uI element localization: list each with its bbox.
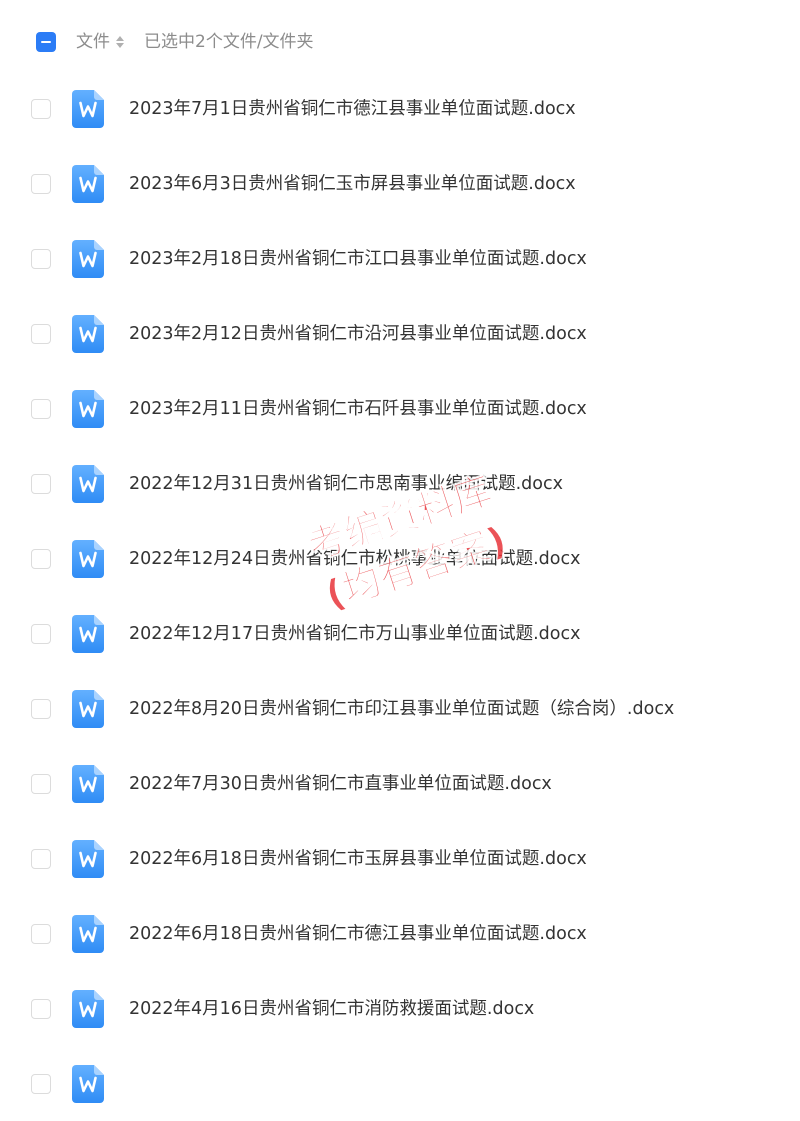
file-row[interactable]: 2023年2月11日贵州省铜仁市石阡县事业单位面试题.docx [0, 371, 800, 446]
file-name[interactable]: 2023年7月1日贵州省铜仁市德江县事业单位面试题.docx [129, 97, 576, 121]
selection-status: 已选中2个文件/文件夹 [144, 32, 314, 52]
word-document-icon [72, 765, 104, 803]
file-row-checkbox[interactable] [31, 624, 51, 644]
word-document-icon [72, 615, 104, 653]
file-row-checkbox[interactable] [31, 924, 51, 944]
file-name[interactable]: 2022年8月20日贵州省铜仁市印江县事业单位面试题（综合岗）.docx [129, 697, 674, 721]
file-row[interactable]: 2022年12月17日贵州省铜仁市万山事业单位面试题.docx [0, 596, 800, 671]
select-all-checkbox[interactable] [36, 32, 56, 52]
file-name[interactable]: 2022年7月30日贵州省铜仁市直事业单位面试题.docx [129, 772, 552, 796]
word-document-icon [72, 540, 104, 578]
file-row[interactable]: 2022年4月16日贵州省铜仁市消防救援面试题.docx [0, 971, 800, 1046]
word-document-icon [72, 90, 104, 128]
file-name[interactable]: 2022年12月17日贵州省铜仁市万山事业单位面试题.docx [129, 622, 580, 646]
file-row-checkbox[interactable] [31, 549, 51, 569]
file-name[interactable]: 2023年6月3日贵州省铜仁玉市屏县事业单位面试题.docx [129, 172, 576, 196]
file-row[interactable]: 2023年2月18日贵州省铜仁市江口县事业单位面试题.docx [0, 221, 800, 296]
file-row-checkbox[interactable] [31, 774, 51, 794]
file-name[interactable]: 2022年6月18日贵州省铜仁市玉屏县事业单位面试题.docx [129, 847, 587, 871]
file-row-checkbox[interactable] [31, 999, 51, 1019]
sort-icon[interactable] [116, 35, 124, 49]
file-row[interactable]: 2022年12月31日贵州省铜仁市思南事业编面试题.docx [0, 446, 800, 521]
word-document-icon [72, 315, 104, 353]
file-name[interactable]: 2023年2月18日贵州省铜仁市江口县事业单位面试题.docx [129, 247, 587, 271]
file-row-checkbox[interactable] [31, 99, 51, 119]
file-row[interactable]: 2023年2月12日贵州省铜仁市沿河县事业单位面试题.docx [0, 296, 800, 371]
file-row-checkbox[interactable] [31, 1074, 51, 1094]
file-row[interactable] [0, 1046, 800, 1121]
file-row-checkbox[interactable] [31, 474, 51, 494]
file-row-checkbox[interactable] [31, 249, 51, 269]
word-document-icon [72, 465, 104, 503]
file-name[interactable]: 2022年12月31日贵州省铜仁市思南事业编面试题.docx [129, 472, 563, 496]
file-row-checkbox[interactable] [31, 399, 51, 419]
word-document-icon [72, 990, 104, 1028]
word-document-icon [72, 1065, 104, 1103]
file-name[interactable]: 2023年2月12日贵州省铜仁市沿河县事业单位面试题.docx [129, 322, 587, 346]
file-row[interactable]: 2023年7月1日贵州省铜仁市德江县事业单位面试题.docx [0, 71, 800, 146]
file-column-label: 文件 [76, 32, 110, 52]
file-name[interactable]: 2022年6月18日贵州省铜仁市德江县事业单位面试题.docx [129, 922, 587, 946]
word-document-icon [72, 240, 104, 278]
file-row[interactable]: 2022年6月18日贵州省铜仁市玉屏县事业单位面试题.docx [0, 821, 800, 896]
file-row[interactable]: 2022年7月30日贵州省铜仁市直事业单位面试题.docx [0, 746, 800, 821]
file-column-header[interactable]: 文件 [76, 30, 124, 54]
file-row[interactable]: 2023年6月3日贵州省铜仁玉市屏县事业单位面试题.docx [0, 146, 800, 221]
file-row-checkbox[interactable] [31, 324, 51, 344]
indeterminate-icon [41, 41, 51, 43]
file-name[interactable]: 2023年2月11日贵州省铜仁市石阡县事业单位面试题.docx [129, 397, 587, 421]
word-document-icon [72, 390, 104, 428]
file-row-checkbox[interactable] [31, 849, 51, 869]
file-list: 2023年7月1日贵州省铜仁市德江县事业单位面试题.docx 2023年6月3日贵… [0, 71, 800, 1121]
file-row[interactable]: 2022年12月24日贵州省铜仁市松桃事业单位面试题.docx [0, 521, 800, 596]
file-name[interactable]: 2022年12月24日贵州省铜仁市松桃事业单位面试题.docx [129, 547, 580, 571]
file-row-checkbox[interactable] [31, 699, 51, 719]
file-row[interactable]: 2022年8月20日贵州省铜仁市印江县事业单位面试题（综合岗）.docx [0, 671, 800, 746]
word-document-icon [72, 915, 104, 953]
word-document-icon [72, 690, 104, 728]
word-document-icon [72, 165, 104, 203]
word-document-icon [72, 840, 104, 878]
file-name[interactable]: 2022年4月16日贵州省铜仁市消防救援面试题.docx [129, 997, 534, 1021]
file-row-checkbox[interactable] [31, 174, 51, 194]
file-row[interactable]: 2022年6月18日贵州省铜仁市德江县事业单位面试题.docx [0, 896, 800, 971]
